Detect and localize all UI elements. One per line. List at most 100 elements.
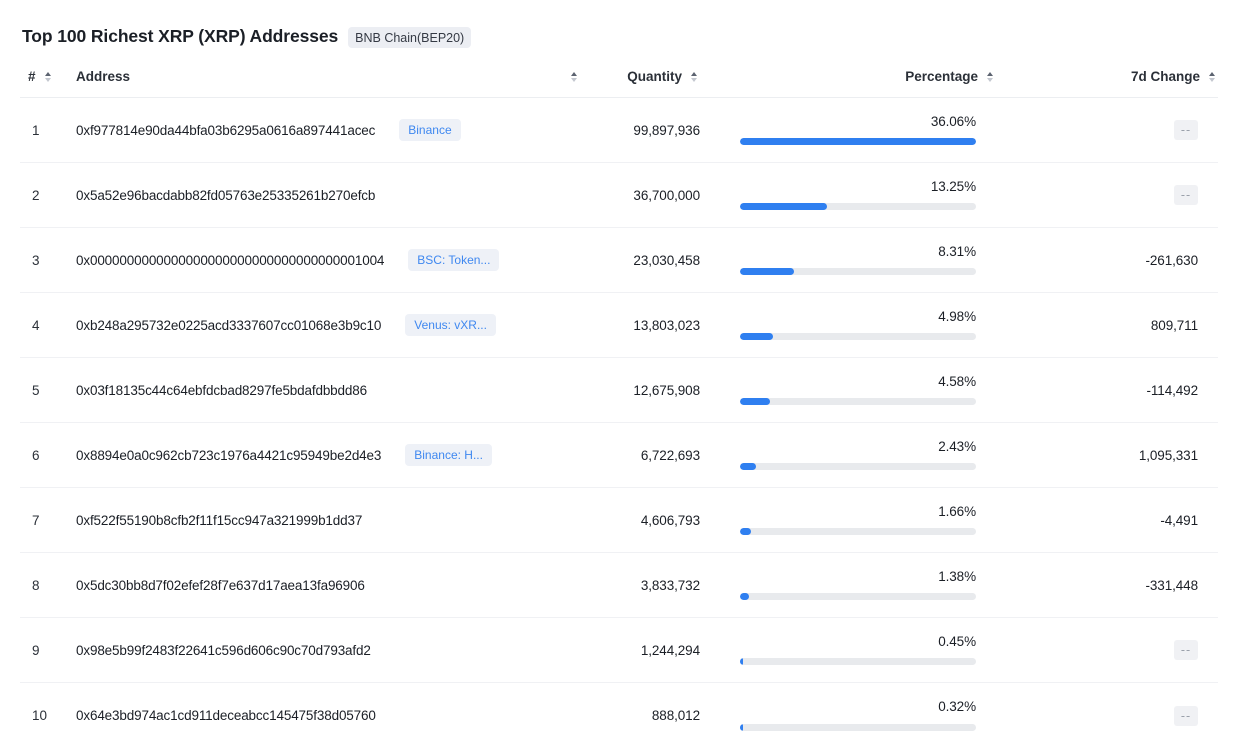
- table-row[interactable]: 5 0x03f18135c44c64ebfdcbad8297fe5bdafdbbd…: [20, 358, 1218, 423]
- percentage-value: 4.58%: [938, 373, 976, 389]
- column-header-quantity-label: Quantity: [627, 69, 682, 84]
- percentage-value: 13.25%: [930, 178, 976, 194]
- table-row[interactable]: 8 0x5dc30bb8d7f02efef28f7e637d17aea13fa96…: [20, 553, 1218, 618]
- change-7d-empty-badge: --: [1174, 185, 1198, 205]
- percentage-bar-track: [740, 723, 976, 731]
- table-row[interactable]: 4 0xb248a295732e0225acd3337607cc01068e3b9…: [20, 293, 1218, 358]
- row-rank: 6: [32, 447, 40, 463]
- row-percentage-cell: 8.31%: [700, 228, 1000, 292]
- row-change-7d-cell: 809,711: [1000, 318, 1218, 333]
- percentage-bar-track: [740, 333, 976, 341]
- table-row[interactable]: 6 0x8894e0a0c962cb723c1976a4421c95949be2d…: [20, 423, 1218, 488]
- column-header-quantity[interactable]: Quantity: [580, 69, 700, 84]
- percentage-value: 1.66%: [938, 503, 976, 519]
- percentage-bar-fill: [740, 333, 773, 341]
- address-link[interactable]: 0x5a52e96bacdabb82fd05763e25335261b270ef…: [76, 188, 375, 203]
- sort-icon[interactable]: [568, 70, 580, 84]
- row-rank: 9: [32, 642, 40, 658]
- quantity-value: 4,606,793: [640, 512, 700, 528]
- percentage-bar-fill: [740, 203, 827, 211]
- address-link[interactable]: 0x64e3bd974ac1cd911deceabcc145475f38d057…: [76, 708, 376, 723]
- table-row[interactable]: 7 0xf522f55190b8cfb2f11f15cc947a321999b1d…: [20, 488, 1218, 553]
- row-rank: 5: [32, 382, 40, 398]
- address-link[interactable]: 0xf522f55190b8cfb2f11f15cc947a321999b1dd…: [76, 513, 362, 528]
- table-body: 1 0xf977814e90da44bfa03b6295a0616a897441a…: [20, 98, 1218, 748]
- change-7d-empty-badge: --: [1174, 640, 1198, 660]
- column-header-address-label: Address: [76, 69, 131, 84]
- address-link[interactable]: 0xb248a295732e0225acd3337607cc01068e3b9c…: [76, 318, 381, 333]
- row-address-cell: 0xf977814e90da44bfa03b6295a0616a897441ac…: [56, 119, 580, 141]
- row-quantity-cell: 12,675,908: [580, 383, 700, 398]
- address-link[interactable]: 0x5dc30bb8d7f02efef28f7e637d17aea13fa969…: [76, 578, 365, 593]
- sort-icon[interactable]: [688, 70, 700, 84]
- percentage-bar-track: [740, 398, 976, 406]
- row-rank: 4: [32, 317, 40, 333]
- row-percentage-cell: 2.43%: [700, 423, 1000, 487]
- percentage-bar-track: [740, 658, 976, 666]
- row-address-cell: 0xb248a295732e0225acd3337607cc01068e3b9c…: [56, 314, 580, 336]
- address-link[interactable]: 0x00000000000000000000000000000000000010…: [76, 253, 384, 268]
- change-7d-value: 1,095,331: [1138, 447, 1198, 463]
- percentage-bar-fill: [740, 723, 743, 731]
- row-address-cell: 0x5dc30bb8d7f02efef28f7e637d17aea13fa969…: [56, 578, 580, 593]
- quantity-value: 888,012: [651, 708, 700, 723]
- column-header-address[interactable]: Address: [56, 69, 580, 84]
- addresses-table: # Address Quantity Percentage 7d Change …: [0, 56, 1238, 748]
- percentage-bar-track: [740, 593, 976, 601]
- percentage-bar-fill: [740, 268, 795, 276]
- address-link[interactable]: 0x8894e0a0c962cb723c1976a4421c95949be2d4…: [76, 448, 381, 463]
- row-change-7d-cell: -261,630: [1000, 253, 1218, 268]
- row-rank: 1: [32, 122, 40, 138]
- address-link[interactable]: 0xf977814e90da44bfa03b6295a0616a897441ac…: [76, 123, 375, 138]
- address-tag-badge[interactable]: BSC: Token...: [408, 249, 500, 271]
- table-row[interactable]: 10 0x64e3bd974ac1cd911deceabcc145475f38d0…: [20, 683, 1218, 748]
- table-row[interactable]: 9 0x98e5b99f2483f22641c596d606c90c70d793a…: [20, 618, 1218, 683]
- column-header-rank[interactable]: #: [20, 69, 56, 84]
- row-percentage-cell: 0.45%: [700, 618, 1000, 682]
- quantity-value: 3,833,732: [640, 577, 700, 593]
- address-link[interactable]: 0x03f18135c44c64ebfdcbad8297fe5bdafdbbdd…: [76, 383, 367, 398]
- row-change-7d-cell: --: [1000, 120, 1218, 140]
- row-address-cell: 0x03f18135c44c64ebfdcbad8297fe5bdafdbbdd…: [56, 383, 580, 398]
- row-change-7d-cell: -114,492: [1000, 383, 1218, 398]
- column-header-percentage[interactable]: Percentage: [700, 69, 1000, 84]
- row-percentage-cell: 0.32%: [700, 683, 1000, 748]
- row-rank: 2: [32, 187, 40, 203]
- percentage-bar-track: [740, 138, 976, 146]
- change-7d-value: -114,492: [1146, 382, 1199, 398]
- row-quantity-cell: 13,803,023: [580, 318, 700, 333]
- page-title: Top 100 Richest XRP (XRP) Addresses: [22, 26, 339, 46]
- column-header-change-7d[interactable]: 7d Change: [1000, 69, 1218, 84]
- row-quantity-cell: 3,833,732: [580, 578, 700, 593]
- address-tag-badge[interactable]: Binance: [399, 119, 461, 141]
- percentage-bar-fill: [740, 398, 770, 406]
- percentage-bar-track: [740, 528, 976, 536]
- percentage-bar-fill: [740, 593, 750, 601]
- row-address-cell: 0x64e3bd974ac1cd911deceabcc145475f38d057…: [56, 708, 580, 723]
- quantity-value: 13,803,023: [633, 317, 700, 333]
- sort-icon[interactable]: [1206, 70, 1218, 84]
- sort-icon[interactable]: [42, 70, 54, 84]
- address-tag-badge[interactable]: Binance: H...: [405, 444, 492, 466]
- address-link[interactable]: 0x98e5b99f2483f22641c596d606c90c70d793af…: [76, 643, 371, 658]
- address-tag-badge[interactable]: Venus: vXR...: [405, 314, 496, 336]
- row-address-cell: 0x98e5b99f2483f22641c596d606c90c70d793af…: [56, 643, 580, 658]
- row-percentage-cell: 13.25%: [700, 163, 1000, 227]
- percentage-value: 0.32%: [938, 699, 976, 715]
- row-rank: 10: [32, 708, 48, 723]
- row-address-cell: 0x00000000000000000000000000000000000010…: [56, 249, 580, 271]
- percentage-value: 4.98%: [938, 308, 976, 324]
- percentage-bar-fill: [740, 528, 751, 536]
- table-row[interactable]: 3 0x0000000000000000000000000000000000001…: [20, 228, 1218, 293]
- row-quantity-cell: 4,606,793: [580, 513, 700, 528]
- table-row[interactable]: 2 0x5a52e96bacdabb82fd05763e25335261b270e…: [20, 163, 1218, 228]
- table-row[interactable]: 1 0xf977814e90da44bfa03b6295a0616a897441a…: [20, 98, 1218, 163]
- quantity-value: 36,700,000: [633, 187, 700, 203]
- sort-icon[interactable]: [984, 70, 996, 84]
- change-7d-value: -261,630: [1145, 252, 1199, 268]
- percentage-bar-track: [740, 463, 976, 471]
- change-7d-value: -331,448: [1145, 577, 1199, 593]
- row-percentage-cell: 4.98%: [700, 293, 1000, 357]
- change-7d-value: 809,711: [1150, 317, 1198, 333]
- percentage-bar-fill: [740, 463, 756, 471]
